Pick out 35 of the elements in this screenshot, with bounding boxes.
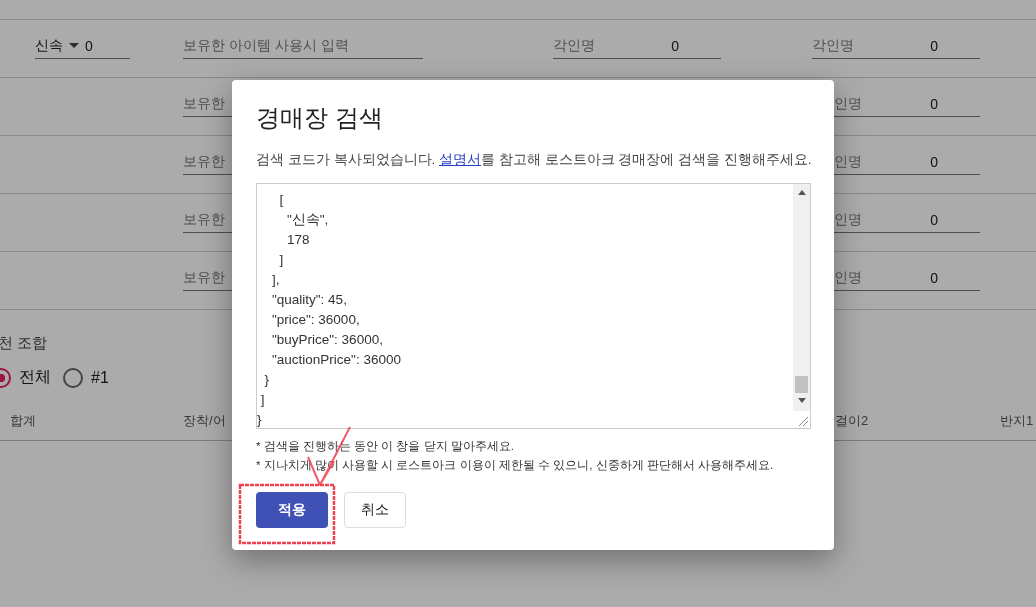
stat-label: 신속 — [35, 36, 63, 55]
engraving-label: 각인명 — [553, 36, 595, 55]
column-header: 장착/어 — [183, 412, 226, 430]
stat-value: 0 — [85, 37, 93, 54]
radio-option[interactable]: #1 — [63, 367, 109, 388]
cancel-button[interactable]: 취소 — [344, 492, 406, 528]
column-header: 반지1 — [1000, 412, 1034, 430]
engraving-label: 인명 — [834, 210, 862, 229]
column-header: 합계 — [10, 412, 36, 430]
engraving-input[interactable]: 각인명 0 — [812, 33, 980, 59]
engraving-input[interactable]: 각인명 0 — [553, 33, 721, 59]
engraving-value: 0 — [930, 269, 938, 286]
dialog-title: 경매장 검색 — [256, 103, 383, 133]
code-field[interactable]: [ "신속", 178 ] ], "quality": 45, "price": 36000, "buyPrice": 36000, "auctionPrice": 36000 } ] } — [256, 183, 811, 429]
engraving-label: 인명 — [834, 94, 862, 113]
engraving-value: 0 — [671, 37, 679, 54]
engraving-value: 0 — [930, 211, 938, 228]
engraving-label: 각인명 — [812, 36, 854, 55]
item-input[interactable]: 보유한 아이템 사용시 입력 — [183, 33, 423, 59]
engraving-label: 인명 — [834, 268, 862, 287]
stat-select[interactable]: 신속 0 — [35, 33, 130, 59]
engraving-value: 0 — [930, 95, 938, 112]
radio-option[interactable]: 전체 — [0, 367, 51, 388]
scrollbar[interactable] — [793, 184, 810, 411]
engraving-label: 인명 — [834, 152, 862, 171]
scroll-down-icon[interactable] — [798, 398, 806, 403]
scroll-up-icon[interactable] — [798, 190, 806, 195]
column-header: 걸이2 — [835, 412, 869, 430]
apply-button[interactable]: 적용 — [256, 492, 328, 528]
dialog-description: 검색 코드가 복사되었습니다. 설명서 를 참고해 로스트아크 경매장에 검색을 진행해주세요. — [256, 151, 812, 169]
manual-link[interactable]: 설명서 — [439, 152, 481, 167]
engraving-value: 0 — [930, 37, 938, 54]
scroll-thumb[interactable] — [795, 376, 808, 393]
caret-icon — [69, 43, 79, 48]
engraving-value: 0 — [930, 153, 938, 170]
